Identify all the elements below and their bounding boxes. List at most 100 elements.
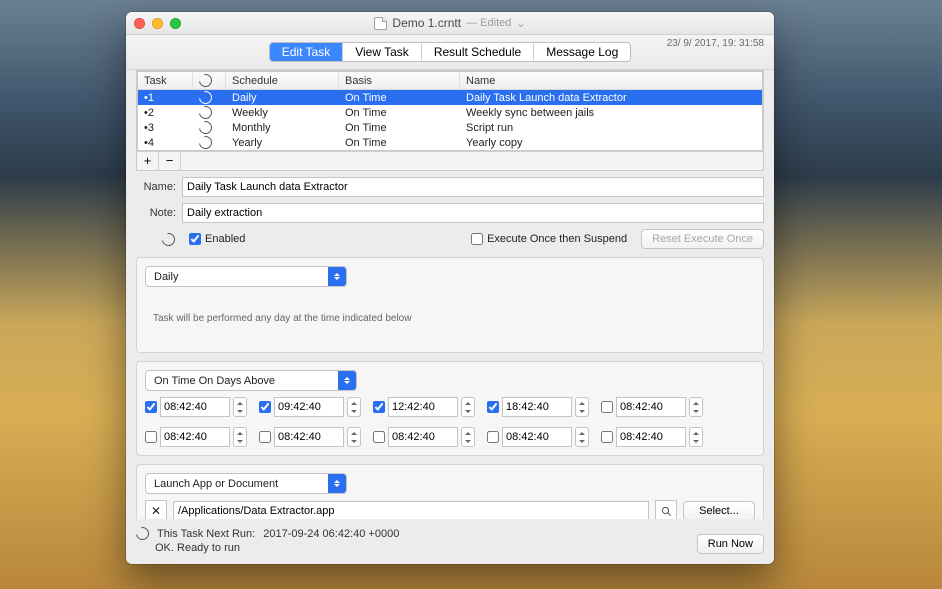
time-slot bbox=[145, 397, 247, 417]
time-value-input[interactable] bbox=[388, 397, 458, 417]
time-enable-checkbox[interactable] bbox=[259, 401, 271, 413]
col-basis[interactable]: Basis bbox=[339, 72, 460, 90]
tab-segmented-control: Edit Task View Task Result Schedule Mess… bbox=[269, 42, 632, 62]
time-enable-checkbox[interactable] bbox=[601, 431, 613, 443]
desktop-wallpaper: Demo 1.crntt — Edited ⌄ 23/ 9/ 2017, 19:… bbox=[0, 0, 942, 589]
col-task[interactable]: Task bbox=[138, 72, 193, 90]
time-enable-checkbox[interactable] bbox=[487, 401, 499, 413]
time-enable-checkbox[interactable] bbox=[487, 431, 499, 443]
next-run-value: 2017-09-24 06:42:40 +0000 bbox=[263, 528, 399, 540]
time-value-input[interactable] bbox=[274, 427, 344, 447]
schedule-hint: Task will be performed any day at the ti… bbox=[153, 313, 753, 324]
time-stepper[interactable] bbox=[461, 397, 475, 417]
window-title: Demo 1.crntt bbox=[392, 16, 461, 30]
time-enable-checkbox[interactable] bbox=[601, 401, 613, 413]
name-label: Name: bbox=[136, 181, 176, 193]
tab-edit-task[interactable]: Edit Task bbox=[270, 43, 343, 61]
title-dropdown-icon[interactable]: ⌄ bbox=[516, 17, 525, 30]
time-slot bbox=[373, 397, 475, 417]
task-table[interactable]: Task Schedule Basis Name 1 DailyOn TimeDa… bbox=[137, 71, 763, 151]
execute-once-checkbox[interactable]: Execute Once then Suspend bbox=[471, 233, 627, 245]
time-value-input[interactable] bbox=[160, 397, 230, 417]
table-row[interactable]: 2WeeklyOn TimeWeekly sync between jails bbox=[138, 105, 762, 120]
time-enable-checkbox[interactable] bbox=[145, 431, 157, 443]
tab-result-schedule[interactable]: Result Schedule bbox=[422, 43, 534, 61]
table-row[interactable]: 3MonthlyOn TimeScript run bbox=[138, 120, 762, 135]
task-refresh-cell bbox=[193, 105, 226, 120]
col-name[interactable]: Name bbox=[460, 72, 763, 90]
task-schedule: Weekly bbox=[226, 105, 339, 120]
time-stepper[interactable] bbox=[233, 397, 247, 417]
time-value-input[interactable] bbox=[616, 427, 686, 447]
time-stepper[interactable] bbox=[689, 397, 703, 417]
task-name: Weekly sync between jails bbox=[460, 105, 763, 120]
run-now-button[interactable]: Run Now bbox=[697, 534, 764, 554]
action-panel: Launch App or Document ✕ Select... Drag … bbox=[136, 464, 764, 519]
time-stepper[interactable] bbox=[461, 427, 475, 447]
schedule-panel: Daily Task will be performed any day at … bbox=[136, 257, 764, 353]
task-name: Daily Task Launch data Extractor bbox=[460, 90, 763, 105]
action-popup[interactable]: Launch App or Document bbox=[145, 473, 347, 494]
task-name: Script run bbox=[460, 120, 763, 135]
task-number: 1 bbox=[138, 90, 193, 105]
enabled-checkbox[interactable]: Enabled bbox=[189, 233, 245, 245]
time-stepper[interactable] bbox=[347, 427, 361, 447]
table-row[interactable]: 4YearlyOn TimeYearly copy bbox=[138, 135, 762, 150]
basis-popup[interactable]: On Time On Days Above bbox=[145, 370, 357, 391]
remove-task-button[interactable]: − bbox=[159, 152, 181, 170]
time-value-input[interactable] bbox=[502, 397, 572, 417]
time-enable-checkbox[interactable] bbox=[145, 401, 157, 413]
refresh-icon[interactable] bbox=[133, 524, 151, 542]
enabled-checkbox-input[interactable] bbox=[189, 233, 201, 245]
time-enable-checkbox[interactable] bbox=[259, 431, 271, 443]
schedule-popup[interactable]: Daily bbox=[145, 266, 347, 287]
time-stepper[interactable] bbox=[233, 427, 247, 447]
tab-view-task[interactable]: View Task bbox=[343, 43, 422, 61]
note-field[interactable] bbox=[182, 203, 764, 223]
task-table-container: Task Schedule Basis Name 1 DailyOn TimeDa… bbox=[136, 70, 764, 171]
task-basis: On Time bbox=[339, 120, 460, 135]
path-field[interactable] bbox=[173, 501, 649, 519]
time-stepper[interactable] bbox=[347, 397, 361, 417]
time-value-input[interactable] bbox=[274, 397, 344, 417]
col-refresh[interactable] bbox=[193, 72, 226, 90]
reset-execute-once-button[interactable]: Reset Execute Once bbox=[641, 229, 764, 249]
execute-once-checkbox-input[interactable] bbox=[471, 233, 483, 245]
time-enable-checkbox[interactable] bbox=[373, 401, 385, 413]
task-schedule: Monthly bbox=[226, 120, 339, 135]
time-slot bbox=[259, 397, 361, 417]
add-task-button[interactable]: + bbox=[137, 152, 159, 170]
task-number: 4 bbox=[138, 135, 193, 150]
clear-path-button[interactable]: ✕ bbox=[145, 500, 167, 519]
refresh-icon[interactable] bbox=[159, 230, 177, 248]
time-stepper[interactable] bbox=[575, 397, 589, 417]
task-number: 2 bbox=[138, 105, 193, 120]
refresh-icon bbox=[196, 118, 214, 136]
time-value-input[interactable] bbox=[502, 427, 572, 447]
col-schedule[interactable]: Schedule bbox=[226, 72, 339, 90]
time-slot bbox=[487, 427, 589, 447]
execute-once-checkbox-label: Execute Once then Suspend bbox=[487, 233, 627, 245]
task-schedule: Daily bbox=[226, 90, 339, 105]
time-enable-checkbox[interactable] bbox=[373, 431, 385, 443]
time-value-input[interactable] bbox=[616, 397, 686, 417]
task-refresh-cell bbox=[193, 120, 226, 135]
refresh-icon bbox=[196, 133, 214, 150]
times-grid bbox=[145, 397, 755, 447]
titlebar[interactable]: Demo 1.crntt — Edited ⌄ bbox=[126, 12, 774, 35]
task-basis: On Time bbox=[339, 90, 460, 105]
time-value-input[interactable] bbox=[388, 427, 458, 447]
reveal-button[interactable] bbox=[655, 500, 677, 519]
table-row[interactable]: 1 DailyOn TimeDaily Task Launch data Extr… bbox=[138, 90, 762, 105]
time-stepper[interactable] bbox=[689, 427, 703, 447]
task-refresh-cell bbox=[193, 135, 226, 150]
tab-message-log[interactable]: Message Log bbox=[534, 43, 630, 61]
time-slot bbox=[487, 397, 589, 417]
popup-arrow-icon bbox=[338, 371, 356, 390]
select-path-button[interactable]: Select... bbox=[683, 501, 755, 519]
time-stepper[interactable] bbox=[575, 427, 589, 447]
time-value-input[interactable] bbox=[160, 427, 230, 447]
enabled-checkbox-label: Enabled bbox=[205, 233, 245, 245]
time-slot bbox=[601, 397, 703, 417]
name-field[interactable] bbox=[182, 177, 764, 197]
